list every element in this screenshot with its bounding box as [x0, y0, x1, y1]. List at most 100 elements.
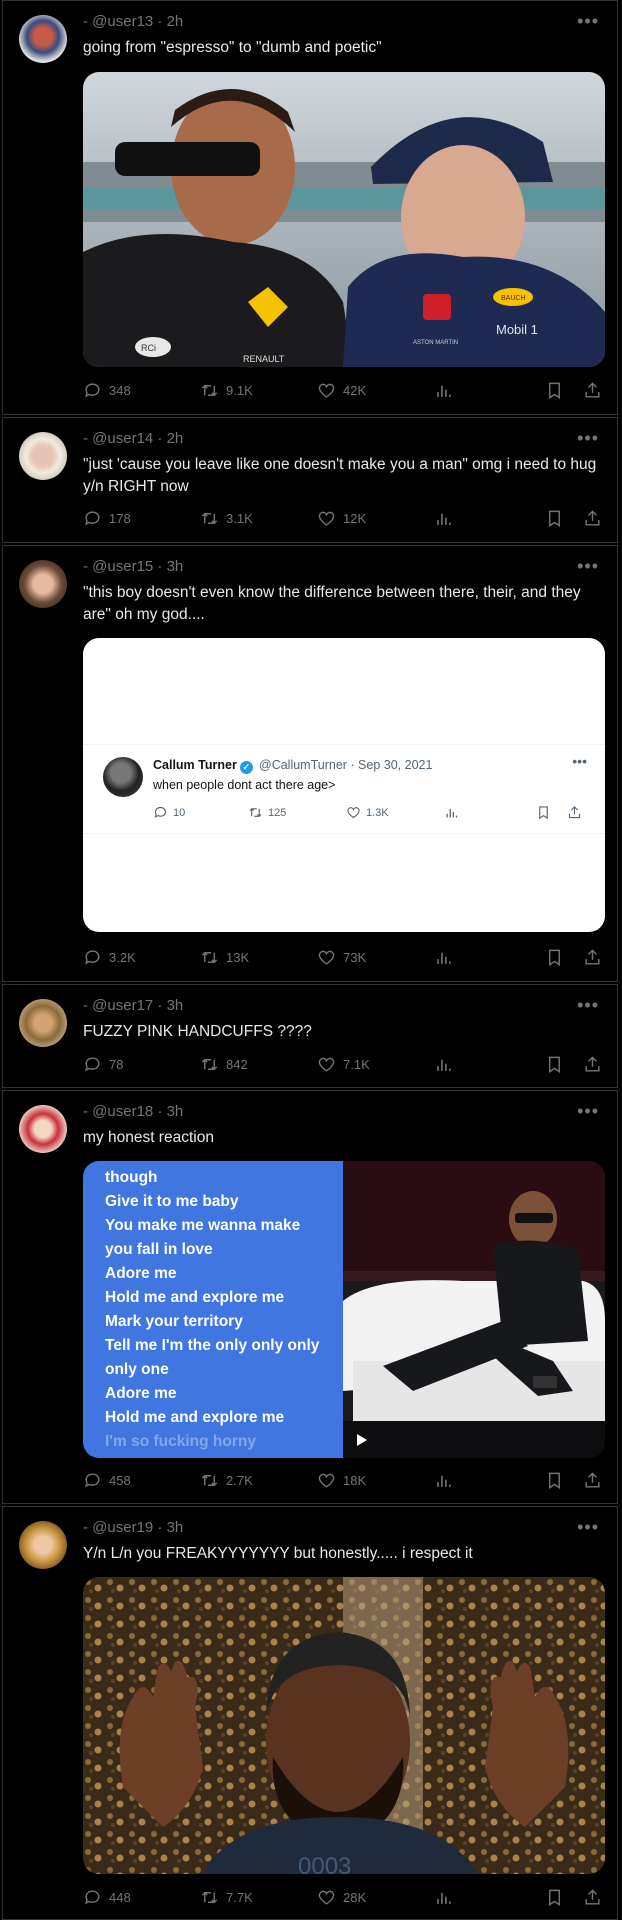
embedded-tweet-card[interactable]: Callum Turner ✓ @CallumTurner · Sep 30, 2… — [83, 638, 605, 932]
embed-more-icon[interactable]: ••• — [572, 753, 587, 769]
post-handle[interactable]: - @user19 · 3h — [83, 1519, 183, 1536]
bookmark-button[interactable] — [545, 1055, 564, 1074]
avatar[interactable] — [19, 1521, 67, 1569]
post-handle[interactable]: - @user15 · 3h — [83, 558, 183, 575]
bookmark-icon — [549, 1889, 560, 1906]
embed-author-name[interactable]: Callum Turner — [153, 758, 237, 772]
lyric-line: you fall in love — [105, 1241, 213, 1258]
reply-button[interactable]: 3.2K — [83, 948, 136, 967]
views-button[interactable] — [434, 1471, 453, 1490]
embed-reply-count: 10 — [173, 806, 186, 819]
post-user18[interactable]: - @user18 · 3h ••• my honest reaction th… — [2, 1090, 618, 1504]
embed-author-meta[interactable]: @CallumTurner · Sep 30, 2021 — [259, 758, 432, 772]
reply-button[interactable]: 178 — [83, 509, 131, 528]
embed-bookmark-button[interactable] — [536, 805, 551, 820]
repost-button[interactable]: 13K — [200, 948, 249, 967]
share-button[interactable] — [583, 509, 602, 528]
avatar[interactable] — [19, 999, 67, 1047]
post-user15[interactable]: - @user15 · 3h ••• "this boy doesn't eve… — [2, 545, 618, 982]
repost-icon — [201, 1058, 218, 1071]
views-button[interactable] — [434, 381, 453, 400]
share-button[interactable] — [583, 1888, 602, 1907]
avatar[interactable] — [19, 1105, 67, 1153]
views-icon — [437, 1475, 451, 1487]
avatar[interactable] — [19, 560, 67, 608]
post-actions: 348 9.1K 42K — [83, 381, 602, 403]
repost-icon — [201, 512, 218, 525]
bookmark-button[interactable] — [545, 1471, 564, 1490]
repost-count: 2.7K — [226, 1473, 253, 1488]
post-video[interactable]: though Give it to me baby You make me wa… — [83, 1161, 605, 1458]
reply-button[interactable]: 78 — [83, 1055, 123, 1074]
repost-icon — [249, 807, 262, 818]
embed-like-button[interactable]: 1.3K — [346, 805, 389, 820]
post-user14[interactable]: - @user14 · 2h ••• "just 'cause you leav… — [2, 417, 618, 543]
post-text: FUZZY PINK HANDCUFFS ???? — [83, 1023, 312, 1040]
more-icon[interactable]: ••• — [577, 1101, 599, 1122]
share-icon — [585, 949, 600, 965]
post-handle[interactable]: - @user14 · 2h — [83, 430, 183, 447]
views-button[interactable] — [434, 509, 453, 528]
verified-icon: ✓ — [239, 761, 253, 774]
reply-icon — [85, 1473, 100, 1488]
repost-button[interactable]: 3.1K — [200, 509, 253, 528]
repost-button[interactable]: 2.7K — [200, 1471, 253, 1490]
more-icon[interactable]: ••• — [577, 995, 599, 1016]
views-button[interactable] — [434, 1055, 453, 1074]
bookmark-button[interactable] — [545, 509, 564, 528]
more-icon[interactable]: ••• — [577, 428, 599, 449]
reply-button[interactable]: 348 — [83, 381, 131, 400]
reply-button[interactable]: 448 — [83, 1888, 131, 1907]
embed-share-button[interactable] — [567, 805, 582, 820]
like-button[interactable]: 73K — [317, 948, 366, 967]
embed-avatar[interactable] — [103, 757, 143, 797]
like-button[interactable]: 18K — [317, 1471, 366, 1490]
repost-button[interactable]: 7.7K — [200, 1888, 253, 1907]
post-user17[interactable]: - @user17 · 3h ••• FUZZY PINK HANDCUFFS … — [2, 984, 618, 1088]
share-button[interactable] — [583, 948, 602, 967]
post-handle[interactable]: - @user18 · 3h — [83, 1103, 183, 1120]
post-handle[interactable]: - @user13 · 2h — [83, 13, 183, 30]
post-user13[interactable]: - @user13 · 2h ••• going from "espresso"… — [2, 0, 618, 415]
bookmark-button[interactable] — [545, 1888, 564, 1907]
repost-button[interactable]: 9.1K — [200, 381, 253, 400]
repost-button[interactable]: 842 — [200, 1055, 248, 1074]
share-icon — [585, 1472, 600, 1488]
post-image[interactable]: 0003 — [83, 1577, 605, 1874]
bookmark-button[interactable] — [545, 948, 564, 967]
repost-icon — [201, 1891, 218, 1904]
like-button[interactable]: 28K — [317, 1888, 366, 1907]
views-button[interactable] — [434, 948, 453, 967]
lyric-line: though — [105, 1169, 158, 1186]
avatar[interactable] — [19, 15, 67, 63]
views-button[interactable] — [434, 1888, 453, 1907]
reply-count: 348 — [109, 383, 131, 398]
embed-views-button[interactable] — [444, 805, 459, 820]
post-image[interactable]: RENAULT RCi BAUCH Mobil 1 ASTON MARTIN — [83, 72, 605, 367]
post-handle[interactable]: - @user17 · 3h — [83, 997, 183, 1014]
bookmark-icon — [549, 1472, 560, 1489]
embed-repost-button[interactable]: 125 — [248, 805, 286, 820]
embed-reply-button[interactable]: 10 — [153, 805, 185, 820]
like-button[interactable]: 12K — [317, 509, 366, 528]
post-text: "this boy doesn't even know the differen… — [83, 584, 581, 623]
bookmark-button[interactable] — [545, 381, 564, 400]
repost-icon — [201, 1474, 218, 1487]
like-button[interactable]: 7.1K — [317, 1055, 370, 1074]
embedded-tweet[interactable]: Callum Turner ✓ @CallumTurner · Sep 30, 2… — [83, 744, 605, 834]
share-button[interactable] — [583, 1471, 602, 1490]
post-user19[interactable]: - @user19 · 3h ••• Y/n L/n you FREAKYYYY… — [2, 1506, 618, 1920]
more-icon[interactable]: ••• — [577, 11, 599, 32]
like-button[interactable]: 42K — [317, 381, 366, 400]
embed-repost-count: 125 — [268, 806, 287, 819]
like-icon — [347, 807, 360, 819]
post-actions: 458 2.7K 18K — [83, 1471, 602, 1493]
share-button[interactable] — [583, 1055, 602, 1074]
more-icon[interactable]: ••• — [577, 1517, 599, 1538]
more-icon[interactable]: ••• — [577, 556, 599, 577]
reply-icon — [85, 1890, 100, 1905]
share-button[interactable] — [583, 381, 602, 400]
reply-button[interactable]: 458 — [83, 1471, 131, 1490]
avatar[interactable] — [19, 432, 67, 480]
embed-author-row[interactable]: Callum Turner ✓ — [153, 758, 253, 774]
